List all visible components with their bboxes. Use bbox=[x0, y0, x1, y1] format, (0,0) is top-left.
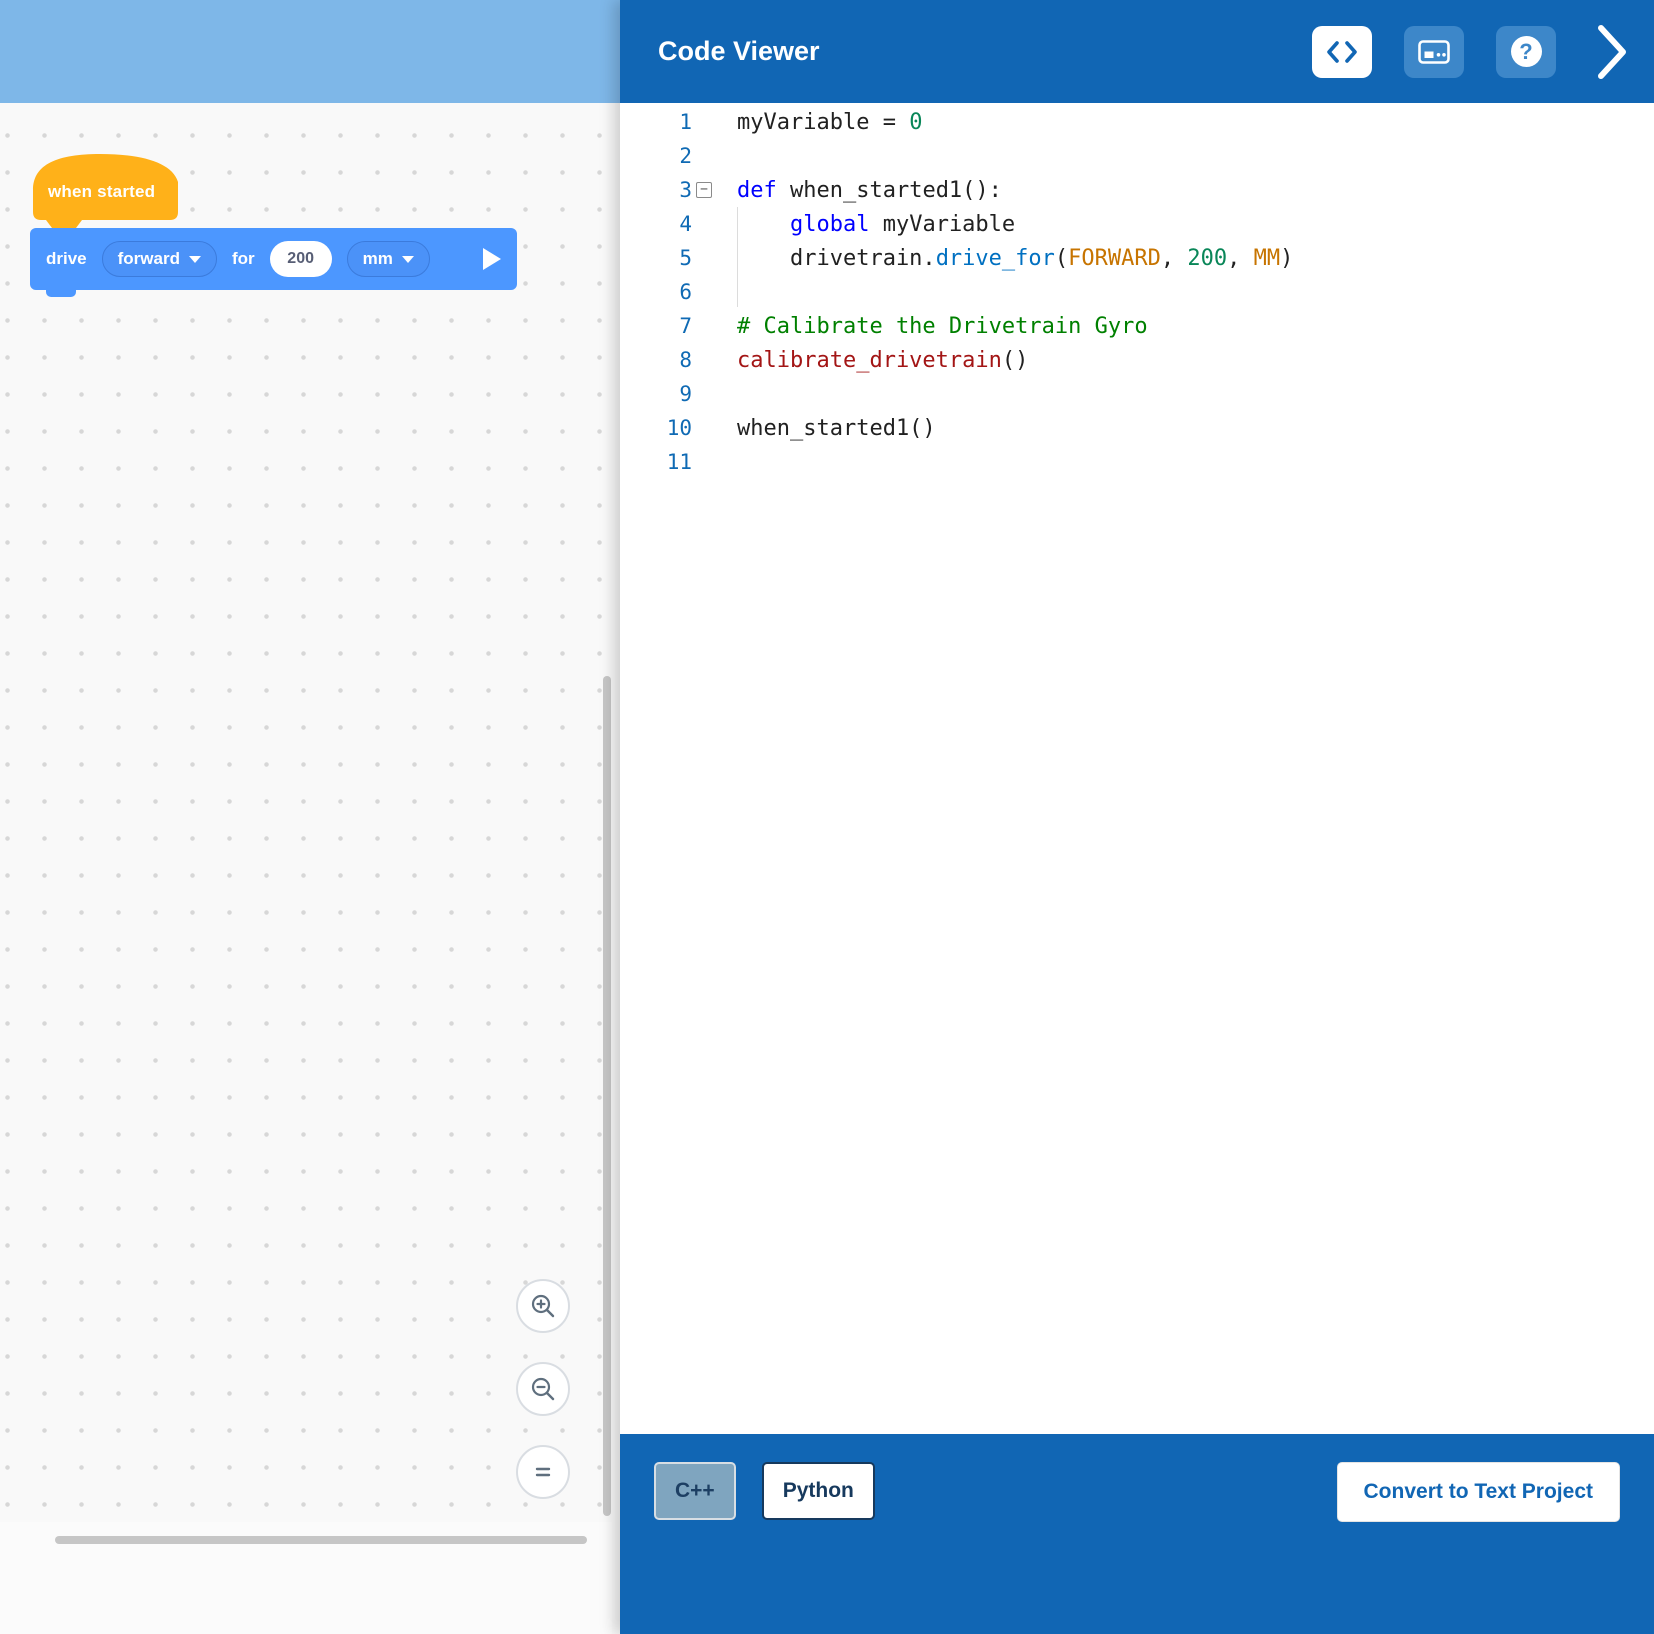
code-viewer-header: Code Viewer ? bbox=[620, 0, 1654, 103]
code-text: # Calibrate the Drivetrain Gyro bbox=[737, 314, 1148, 339]
code-text: when_started1() bbox=[737, 416, 936, 441]
line-number: 7 bbox=[620, 314, 692, 338]
code-text: myVariable = 0 bbox=[737, 110, 922, 135]
help-icon: ? bbox=[1511, 36, 1542, 67]
code-lines: 1 myVariable = 0 2 3− def when_started1(): 4 … bbox=[620, 105, 1654, 479]
zoom-in-icon bbox=[529, 1292, 557, 1320]
direction-dropdown[interactable]: forward bbox=[102, 241, 217, 277]
zoom-reset-button[interactable] bbox=[516, 1445, 570, 1499]
line-number: 6 bbox=[620, 280, 692, 304]
fold-marker[interactable]: − bbox=[692, 182, 716, 198]
drive-label: drive bbox=[46, 249, 87, 269]
chevron-down-icon bbox=[402, 256, 414, 263]
brain-icon bbox=[1417, 38, 1451, 66]
line-number: 2 bbox=[620, 144, 692, 168]
code-line: 6 bbox=[620, 275, 1654, 309]
vertical-scrollbar[interactable] bbox=[603, 676, 611, 1516]
when-started-label: when started bbox=[48, 182, 155, 202]
line-number: 8 bbox=[620, 348, 692, 372]
chevron-down-icon bbox=[189, 256, 201, 263]
code-viewer-footer: C++ Python Convert to Text Project bbox=[620, 1434, 1654, 1634]
collapse-panel-button[interactable] bbox=[1588, 23, 1636, 81]
code-viewer-panel: Code Viewer ? bbox=[620, 0, 1654, 1634]
play-icon[interactable] bbox=[483, 248, 501, 270]
code-line: 8 calibrate_drivetrain() bbox=[620, 343, 1654, 377]
brain-button[interactable] bbox=[1404, 26, 1464, 78]
line-number: 5 bbox=[620, 246, 692, 270]
code-line: 2 bbox=[620, 139, 1654, 173]
direction-value: forward bbox=[118, 249, 180, 269]
code-text: calibrate_drivetrain() bbox=[737, 348, 1028, 373]
code-line: 5 drivetrain.drive_for(FORWARD, 200, MM) bbox=[620, 241, 1654, 275]
page-title: Code Viewer bbox=[658, 36, 820, 67]
code-editor[interactable]: 1 myVariable = 0 2 3− def when_started1(): 4 … bbox=[620, 103, 1654, 1434]
code-view-button[interactable] bbox=[1312, 26, 1372, 78]
distance-input[interactable]: 200 bbox=[270, 241, 332, 277]
indent-guide bbox=[737, 207, 738, 307]
code-line: 4 global myVariable bbox=[620, 207, 1654, 241]
chevron-right-icon bbox=[1597, 24, 1627, 80]
line-number: 11 bbox=[620, 450, 692, 474]
python-tab-button[interactable]: Python bbox=[762, 1462, 875, 1520]
unit-value: mm bbox=[363, 249, 393, 269]
zoom-reset-icon bbox=[530, 1459, 556, 1485]
code-line: 1 myVariable = 0 bbox=[620, 105, 1654, 139]
code-icon bbox=[1326, 40, 1358, 64]
block-canvas[interactable]: when started drive forward for 200 mm bbox=[0, 0, 620, 1634]
code-text: def when_started1(): bbox=[737, 178, 1002, 203]
zoom-out-icon bbox=[529, 1375, 557, 1403]
line-number: 1 bbox=[620, 110, 692, 134]
line-number: 9 bbox=[620, 382, 692, 406]
line-number: 3 bbox=[620, 178, 692, 202]
line-number: 10 bbox=[620, 416, 692, 440]
for-label: for bbox=[232, 249, 255, 269]
code-text: drivetrain.drive_for(FORWARD, 200, MM) bbox=[737, 246, 1293, 271]
help-button[interactable]: ? bbox=[1496, 26, 1556, 78]
code-text: global myVariable bbox=[737, 212, 1015, 237]
convert-to-text-project-button[interactable]: Convert to Text Project bbox=[1337, 1462, 1620, 1522]
zoom-out-button[interactable] bbox=[516, 1362, 570, 1416]
horizontal-scrollbar[interactable] bbox=[55, 1536, 587, 1544]
code-line: 3− def when_started1(): bbox=[620, 173, 1654, 207]
unit-dropdown[interactable]: mm bbox=[347, 241, 430, 277]
toolbar-strip bbox=[0, 0, 620, 103]
code-line: 9 bbox=[620, 377, 1654, 411]
code-line: 10 when_started1() bbox=[620, 411, 1654, 445]
code-line: 7 # Calibrate the Drivetrain Gyro bbox=[620, 309, 1654, 343]
line-number: 4 bbox=[620, 212, 692, 236]
cpp-tab-button[interactable]: C++ bbox=[654, 1462, 736, 1520]
code-line: 11 bbox=[620, 445, 1654, 479]
zoom-in-button[interactable] bbox=[516, 1279, 570, 1333]
block-tab bbox=[46, 290, 76, 297]
drive-block[interactable]: drive forward for 200 mm bbox=[30, 228, 517, 290]
